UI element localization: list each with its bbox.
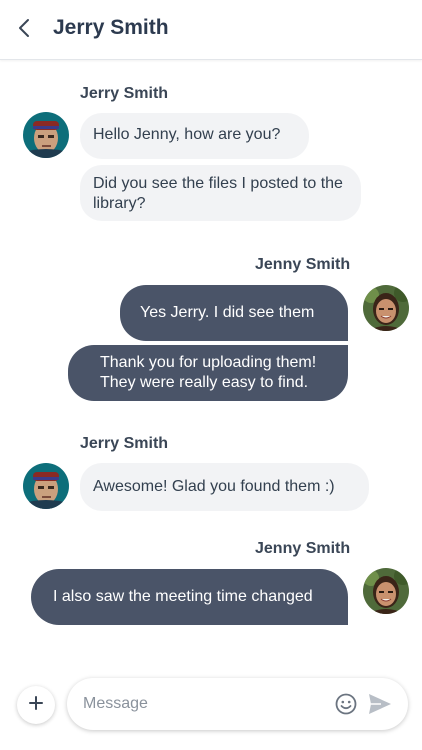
sender-name: Jenny Smith [255,540,351,557]
message-bubble-outgoing[interactable]: I also saw the meeting time changed [31,569,348,625]
avatar-jenny[interactable] [363,568,409,614]
send-icon [368,694,392,719]
add-attachment-button[interactable] [17,686,55,724]
message-composer [67,678,408,730]
message-bubble-incoming[interactable]: Awesome! Glad you found them :) [80,463,369,511]
avatar-jerry[interactable] [23,112,69,158]
message-bubble-incoming[interactable]: Hello Jenny, how are you? [80,113,309,159]
sender-name: Jenny Smith [255,256,351,273]
plus-icon [28,695,44,716]
sender-name: Jerry Smith [80,85,169,102]
send-button[interactable] [368,693,392,715]
message-bubble-incoming[interactable]: Did you see the files I posted to the li… [80,165,361,221]
avatar-jerry[interactable] [23,463,69,509]
message-bubble-outgoing[interactable]: Yes Jerry. I did see them [120,285,348,341]
chat-header: Jerry Smith [0,0,422,60]
smiley-icon [334,693,358,720]
sender-name: Jerry Smith [80,435,169,452]
emoji-button[interactable] [334,692,358,716]
avatar-jenny[interactable] [363,285,409,331]
page-title: Jerry Smith [53,16,169,39]
message-bubble-outgoing[interactable]: Thank you for uploading them! They were … [68,345,348,401]
chevron-left-icon [18,18,30,43]
message-input[interactable] [83,690,313,718]
back-button[interactable] [12,16,36,44]
